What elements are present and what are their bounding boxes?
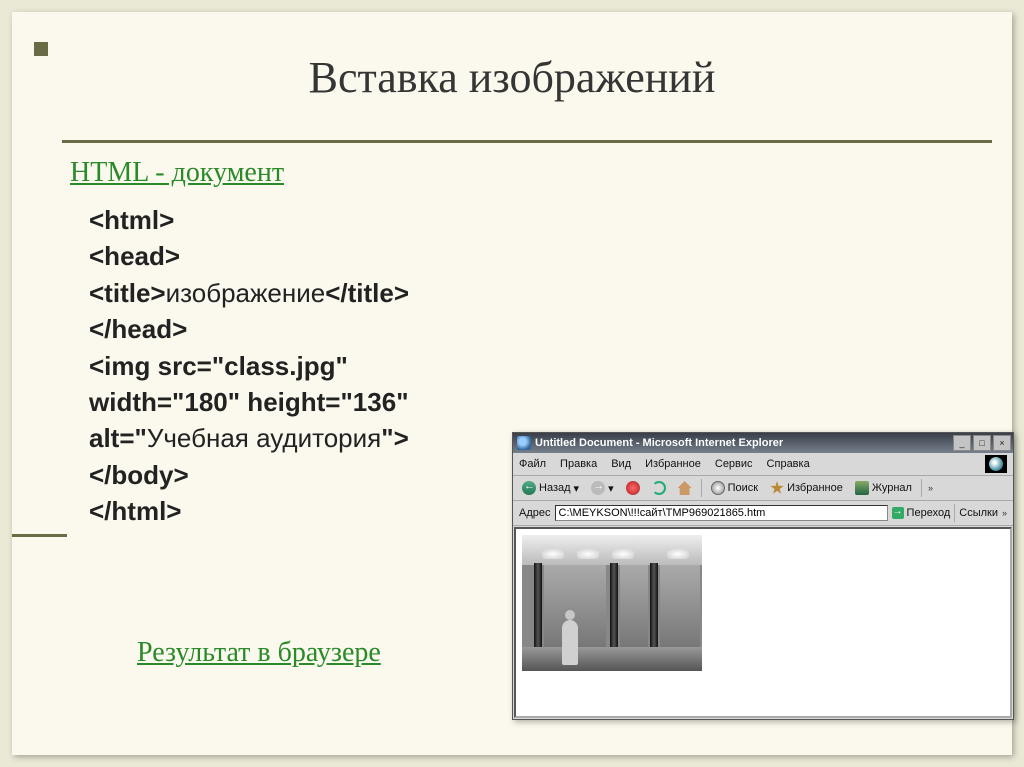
- forward-button[interactable]: ▾: [588, 480, 617, 496]
- code-sample: <html> <head> <title>изображение</title>…: [89, 202, 409, 530]
- go-icon: [892, 507, 904, 519]
- code-line: alt="Учебная аудитория">: [89, 420, 409, 456]
- slide-title: Вставка изображений: [12, 52, 1012, 103]
- menu-help[interactable]: Справка: [767, 458, 810, 470]
- stop-icon: [626, 481, 640, 495]
- separator: [921, 479, 922, 497]
- separator: [954, 504, 955, 522]
- refresh-button[interactable]: [649, 480, 669, 496]
- menu-file[interactable]: Файл: [519, 458, 546, 470]
- links-overflow[interactable]: »: [1002, 508, 1007, 518]
- close-button[interactable]: ×: [993, 435, 1011, 451]
- classroom-image: [522, 535, 702, 671]
- search-button[interactable]: Поиск: [708, 480, 761, 496]
- toolbar: Назад▾ ▾ Поиск Избранное Журнал »: [513, 476, 1013, 501]
- browser-content: [514, 527, 1012, 718]
- ie-logo-icon: [985, 455, 1007, 473]
- divider-left: [12, 534, 67, 537]
- toolbar-overflow[interactable]: »: [928, 483, 933, 493]
- home-icon: [678, 481, 692, 495]
- journal-button[interactable]: Журнал: [852, 480, 915, 496]
- search-icon: [711, 481, 725, 495]
- menu-favorites[interactable]: Избранное: [645, 458, 701, 470]
- browser-result-link[interactable]: Результат в браузере: [137, 637, 381, 669]
- links-label[interactable]: Ссылки: [959, 507, 998, 519]
- separator: [701, 479, 702, 497]
- menu-tools[interactable]: Сервис: [715, 458, 753, 470]
- star-icon: [770, 481, 784, 495]
- back-button[interactable]: Назад▾: [519, 480, 582, 496]
- code-line: <html>: [89, 202, 409, 238]
- browser-window: Untitled Document - Microsoft Internet E…: [512, 432, 1014, 720]
- go-button[interactable]: Переход: [892, 507, 951, 519]
- browser-titlebar: Untitled Document - Microsoft Internet E…: [513, 433, 1013, 453]
- journal-icon: [855, 481, 869, 495]
- home-button[interactable]: [675, 480, 695, 496]
- stop-button[interactable]: [623, 480, 643, 496]
- menu-bar: Файл Правка Вид Избранное Сервис Справка: [513, 453, 1013, 476]
- code-line: </html>: [89, 493, 409, 529]
- address-bar: Адрес Переход Ссылки »: [513, 501, 1013, 526]
- code-line: </head>: [89, 311, 409, 347]
- menu-view[interactable]: Вид: [611, 458, 631, 470]
- ie-icon: [517, 436, 531, 450]
- address-input[interactable]: [555, 505, 888, 521]
- window-title: Untitled Document - Microsoft Internet E…: [535, 437, 951, 449]
- maximize-button[interactable]: □: [973, 435, 991, 451]
- favorites-button[interactable]: Избранное: [767, 480, 846, 496]
- forward-arrow-icon: [591, 481, 605, 495]
- html-document-link[interactable]: HTML - документ: [70, 157, 284, 189]
- code-line: <title>изображение</title>: [89, 275, 409, 311]
- menu-edit[interactable]: Правка: [560, 458, 597, 470]
- code-line: width="180" height="136": [89, 384, 409, 420]
- back-arrow-icon: [522, 481, 536, 495]
- refresh-icon: [652, 481, 666, 495]
- minimize-button[interactable]: _: [953, 435, 971, 451]
- code-line: <img src="class.jpg": [89, 348, 409, 384]
- divider-main: [62, 140, 992, 143]
- code-line: <head>: [89, 238, 409, 274]
- code-line: </body>: [89, 457, 409, 493]
- address-label: Адрес: [519, 507, 551, 519]
